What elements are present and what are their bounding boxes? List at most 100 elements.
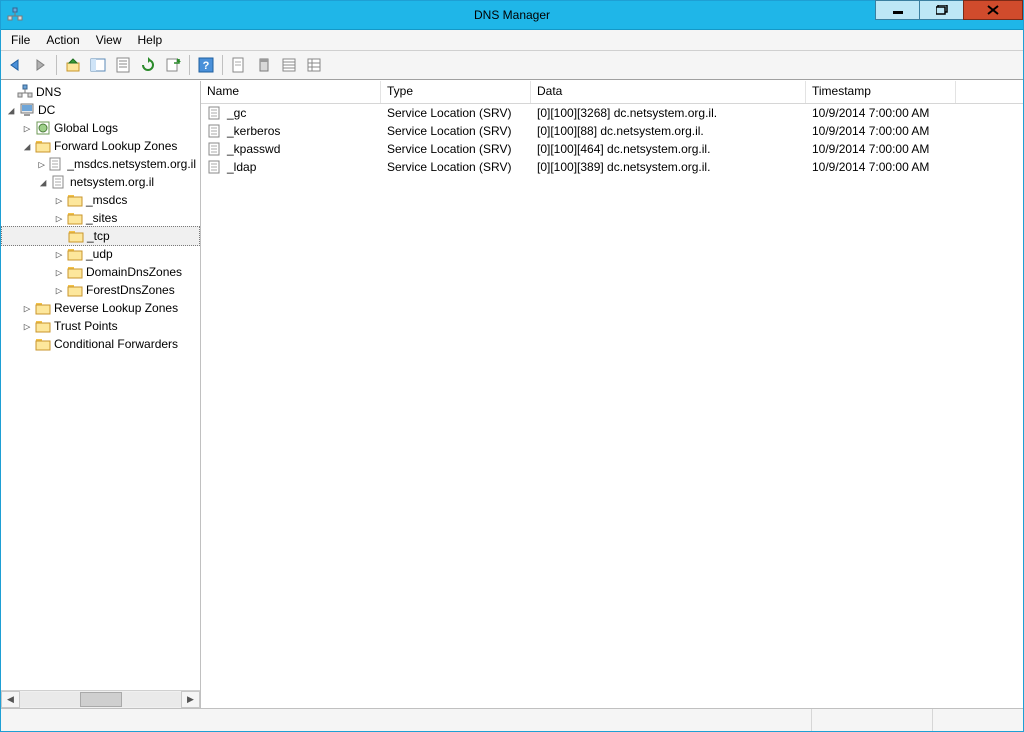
- filter-button[interactable]: [252, 53, 276, 77]
- tree-node-global-logs[interactable]: ▷ Global Logs: [1, 119, 200, 137]
- column-header-timestamp[interactable]: Timestamp: [806, 81, 956, 103]
- tree-node-rlz[interactable]: ▷ Reverse Lookup Zones: [1, 299, 200, 317]
- tree-horizontal-scrollbar[interactable]: ◀ ▶: [1, 690, 200, 708]
- tree-label: _msdcs.netsystem.org.il: [67, 157, 200, 171]
- folder-icon: [67, 246, 83, 262]
- svg-text:?: ?: [203, 60, 210, 72]
- expand-icon[interactable]: ◢: [35, 176, 51, 189]
- tree-node-msdcs[interactable]: ▷ _msdcs: [1, 191, 200, 209]
- folder-icon: [67, 264, 83, 280]
- expand-icon[interactable]: ▷: [51, 284, 67, 297]
- expand-icon[interactable]: ▷: [35, 158, 48, 171]
- column-header-data[interactable]: Data: [531, 81, 806, 103]
- folder-icon: [68, 228, 84, 244]
- menu-action[interactable]: Action: [38, 31, 87, 49]
- scroll-left-button[interactable]: ◀: [1, 691, 20, 708]
- show-hide-tree-button[interactable]: [86, 53, 110, 77]
- tree-label: _udp: [86, 247, 117, 261]
- expand-icon[interactable]: ◢: [19, 140, 35, 153]
- restore-button[interactable]: [919, 0, 963, 20]
- expand-icon[interactable]: ▷: [19, 122, 35, 135]
- expand-icon[interactable]: ▷: [19, 302, 35, 315]
- cell-timestamp: 10/9/2014 7:00:00 AM: [806, 160, 956, 174]
- content-area: ▷ DNS ◢ DC ▷ Global Logs ◢ Fo: [1, 80, 1023, 708]
- list-row[interactable]: _gc Service Location (SRV)[0][100][3268] …: [201, 104, 1023, 122]
- list-row[interactable]: _kpasswdService Location (SRV)[0][100][4…: [201, 140, 1023, 158]
- tree-node-udp[interactable]: ▷ _udp: [1, 245, 200, 263]
- tree-label: _sites: [86, 211, 121, 225]
- expand-icon[interactable]: ▷: [19, 320, 35, 333]
- tree-label: _msdcs: [86, 193, 131, 207]
- tree-label: Reverse Lookup Zones: [54, 301, 182, 315]
- cell-data: [0][100][3268] dc.netsystem.org.il.: [531, 106, 806, 120]
- tree-node-tcp[interactable]: ▷ _tcp: [1, 226, 200, 246]
- status-pane: [933, 709, 1023, 731]
- zone-icon: [48, 156, 64, 172]
- scroll-track[interactable]: [20, 692, 181, 707]
- export-button[interactable]: [161, 53, 185, 77]
- record-name: _gc: [227, 106, 246, 120]
- folder-icon: [67, 192, 83, 208]
- menubar: File Action View Help: [1, 30, 1023, 51]
- menu-help[interactable]: Help: [130, 31, 171, 49]
- tree-node-conditional-forwarders[interactable]: ▷ Conditional Forwarders: [1, 335, 200, 353]
- folder-icon: [35, 318, 51, 334]
- tree-node-zone-main[interactable]: ◢ netsystem.org.il: [1, 173, 200, 191]
- tree-node-dns-root[interactable]: ▷ DNS: [1, 83, 200, 101]
- list-header: Name Type Data Timestamp: [201, 81, 1023, 104]
- close-button[interactable]: [963, 0, 1023, 20]
- details-button[interactable]: [302, 53, 326, 77]
- cell-data: [0][100][389] dc.netsystem.org.il.: [531, 160, 806, 174]
- folder-icon: [35, 336, 51, 352]
- minimize-button[interactable]: [875, 0, 919, 20]
- status-pane: [812, 709, 933, 731]
- tree-node-sites[interactable]: ▷ _sites: [1, 209, 200, 227]
- list-row[interactable]: _ldapService Location (SRV)[0][100][389]…: [201, 158, 1023, 176]
- new-record-button[interactable]: [227, 53, 251, 77]
- refresh-button[interactable]: [136, 53, 160, 77]
- cell-timestamp: 10/9/2014 7:00:00 AM: [806, 124, 956, 138]
- cell-timestamp: 10/9/2014 7:00:00 AM: [806, 142, 956, 156]
- expand-icon[interactable]: ▷: [51, 194, 67, 207]
- tree-pane: ▷ DNS ◢ DC ▷ Global Logs ◢ Fo: [1, 81, 201, 708]
- menu-view[interactable]: View: [88, 31, 130, 49]
- tree-label: Forward Lookup Zones: [54, 139, 181, 153]
- list-button[interactable]: [277, 53, 301, 77]
- column-header-name[interactable]: Name: [201, 81, 381, 103]
- back-button[interactable]: [3, 53, 27, 77]
- scroll-right-button[interactable]: ▶: [181, 691, 200, 708]
- menu-file[interactable]: File: [3, 31, 38, 49]
- tree-node-zone-msdcs[interactable]: ▷ _msdcs.netsystem.org.il: [1, 155, 200, 173]
- list-body[interactable]: _gc Service Location (SRV)[0][100][3268] …: [201, 104, 1023, 708]
- column-header-type[interactable]: Type: [381, 81, 531, 103]
- up-button[interactable]: [61, 53, 85, 77]
- tree-label: Trust Points: [54, 319, 122, 333]
- expand-icon[interactable]: ◢: [3, 104, 19, 117]
- tree-node-trust-points[interactable]: ▷ Trust Points: [1, 317, 200, 335]
- tree-label: netsystem.org.il: [70, 175, 158, 189]
- folder-icon: [67, 210, 83, 226]
- record-name: _ldap: [227, 160, 256, 174]
- help-button[interactable]: ?: [194, 53, 218, 77]
- list-row[interactable]: _kerberosService Location (SRV)[0][100][…: [201, 122, 1023, 140]
- tree-node-forestdnszones[interactable]: ▷ ForestDnsZones: [1, 281, 200, 299]
- expand-icon[interactable]: ▷: [51, 212, 67, 225]
- tree-node-domaindnszones[interactable]: ▷ DomainDnsZones: [1, 263, 200, 281]
- zone-icon: [51, 174, 67, 190]
- tree-node-server[interactable]: ◢ DC: [1, 101, 200, 119]
- expand-icon[interactable]: ▷: [51, 248, 67, 261]
- list-pane: Name Type Data Timestamp _gc Service Loca…: [201, 81, 1023, 708]
- cell-type: Service Location (SRV): [381, 106, 531, 120]
- expand-icon[interactable]: ▷: [51, 266, 67, 279]
- cell-data: [0][100][88] dc.netsystem.org.il.: [531, 124, 806, 138]
- tree-node-flz[interactable]: ◢ Forward Lookup Zones: [1, 137, 200, 155]
- toolbar-sep: [189, 55, 190, 75]
- toolbar: ?: [1, 51, 1023, 80]
- scroll-thumb[interactable]: [80, 692, 122, 707]
- forward-button[interactable]: [28, 53, 52, 77]
- toolbar-sep: [222, 55, 223, 75]
- scope-tree[interactable]: ▷ DNS ◢ DC ▷ Global Logs ◢ Fo: [1, 81, 200, 690]
- app-icon: [7, 7, 23, 23]
- properties-button[interactable]: [111, 53, 135, 77]
- tree-label: DNS: [36, 85, 65, 99]
